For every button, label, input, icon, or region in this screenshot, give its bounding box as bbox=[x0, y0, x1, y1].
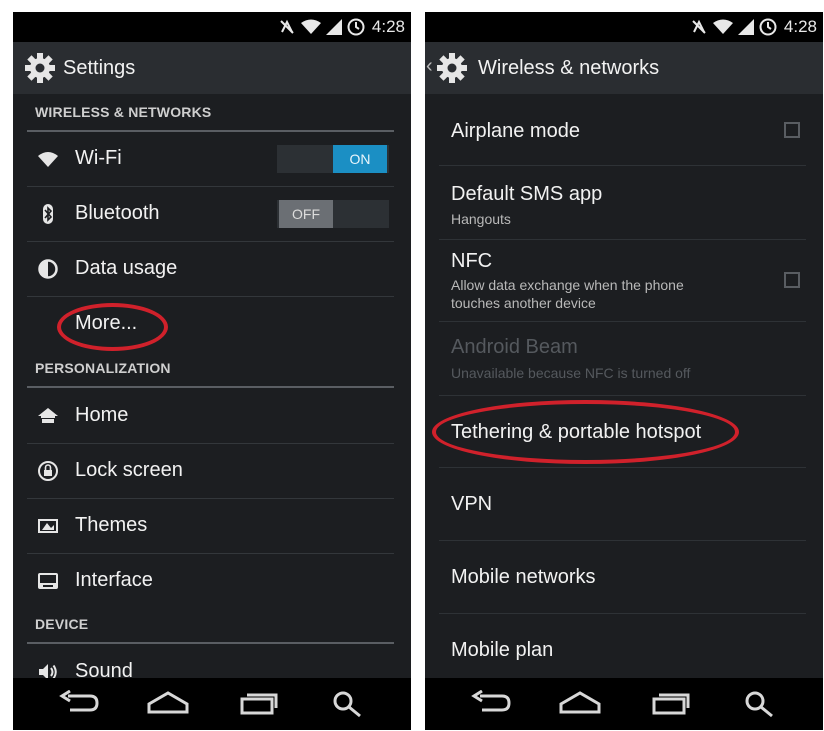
sync-off-icon bbox=[280, 19, 294, 34]
navigation-bar bbox=[425, 678, 823, 730]
mobile-networks-item[interactable]: Mobile networks bbox=[439, 541, 806, 614]
toggle-knob: OFF bbox=[279, 200, 333, 228]
tethering-hotspot-item[interactable]: Tethering & portable hotspot bbox=[439, 396, 806, 468]
nfc-item[interactable]: NFC Allow data exchange when the phone t… bbox=[439, 240, 806, 322]
settings-gear-icon[interactable] bbox=[436, 52, 468, 84]
android-beam-item: Android Beam Unavailable because NFC is … bbox=[439, 322, 806, 396]
page-title: Wireless & networks bbox=[478, 57, 660, 79]
item-subtitle: Allow data exchange when the phone bbox=[451, 277, 684, 293]
wifi-toggle[interactable]: ON bbox=[277, 145, 389, 173]
item-title: Default SMS app bbox=[451, 183, 603, 205]
wifi-icon bbox=[300, 19, 321, 34]
settings-item-bluetooth[interactable]: Bluetooth OFF bbox=[27, 187, 394, 242]
wifi-icon bbox=[712, 19, 733, 34]
bluetooth-icon bbox=[43, 204, 53, 224]
bluetooth-toggle[interactable]: OFF bbox=[277, 200, 389, 228]
recents-icon[interactable] bbox=[238, 690, 280, 716]
data-usage-icon bbox=[38, 259, 58, 279]
section-header-label: DEVICE bbox=[35, 616, 89, 632]
search-icon[interactable] bbox=[331, 690, 365, 718]
settings-gear-icon[interactable] bbox=[24, 52, 56, 84]
back-icon[interactable] bbox=[58, 690, 100, 716]
lock-icon bbox=[38, 461, 58, 481]
item-title: VPN bbox=[451, 493, 493, 515]
interface-icon bbox=[38, 573, 58, 589]
settings-item-label: Wi-Fi bbox=[75, 147, 122, 169]
default-sms-item[interactable]: Default SMS app Hangouts bbox=[439, 166, 806, 240]
nfc-checkbox[interactable] bbox=[784, 272, 800, 288]
settings-item-label: Sound bbox=[75, 660, 133, 678]
item-title: Tethering & portable hotspot bbox=[451, 421, 702, 443]
settings-item-label: Data usage bbox=[75, 257, 178, 279]
navigation-bar bbox=[13, 678, 411, 730]
page-title: Settings bbox=[63, 57, 136, 79]
settings-item-label: Themes bbox=[75, 514, 148, 536]
settings-item-themes[interactable]: Themes bbox=[27, 499, 394, 554]
back-icon[interactable] bbox=[470, 690, 512, 716]
settings-item-label: Bluetooth bbox=[75, 202, 160, 224]
section-header-personalization: PERSONALIZATION bbox=[27, 360, 394, 388]
section-header-label: PERSONALIZATION bbox=[35, 360, 171, 376]
settings-screen: 4:28 Settings WIRELESS & NETWORKS Wi-Fi bbox=[13, 12, 411, 730]
battery-icon bbox=[759, 18, 777, 36]
status-bar: 4:28 bbox=[425, 12, 823, 42]
home-icon bbox=[38, 408, 58, 423]
section-header-label: WIRELESS & NETWORKS bbox=[35, 104, 212, 120]
item-title: Android Beam bbox=[451, 336, 578, 358]
item-title: Mobile networks bbox=[451, 566, 596, 588]
toggle-knob: ON bbox=[333, 145, 387, 173]
settings-item-home[interactable]: Home bbox=[27, 389, 394, 444]
settings-item-label: Lock screen bbox=[75, 459, 183, 481]
battery-icon bbox=[347, 18, 365, 36]
item-title: Mobile plan bbox=[451, 639, 554, 661]
section-divider bbox=[27, 386, 394, 388]
item-subtitle: touches another device bbox=[451, 295, 596, 311]
search-icon[interactable] bbox=[743, 690, 777, 718]
recents-icon[interactable] bbox=[650, 690, 692, 716]
section-divider bbox=[27, 642, 394, 644]
settings-item-label: More... bbox=[75, 312, 138, 334]
wifi-icon bbox=[38, 152, 58, 167]
status-bar: 4:28 bbox=[13, 12, 411, 42]
airplane-mode-checkbox[interactable] bbox=[784, 122, 800, 138]
settings-item-interface[interactable]: Interface bbox=[27, 554, 394, 609]
sync-off-icon bbox=[692, 19, 706, 34]
status-clock: 4:28 bbox=[783, 17, 817, 36]
section-header-device: DEVICE bbox=[27, 616, 394, 644]
sound-icon bbox=[39, 664, 57, 678]
settings-item-label: Home bbox=[75, 404, 129, 426]
signal-icon bbox=[325, 19, 342, 35]
action-bar: Settings bbox=[13, 42, 411, 94]
up-caret-icon[interactable]: ‹ bbox=[426, 55, 433, 78]
action-bar: ‹ Wireless & networks bbox=[425, 42, 823, 94]
themes-icon bbox=[38, 519, 58, 533]
settings-item-wifi[interactable]: Wi-Fi ON bbox=[27, 132, 394, 187]
settings-item-lock-screen[interactable]: Lock screen bbox=[27, 444, 394, 499]
settings-item-sound[interactable]: Sound bbox=[27, 645, 394, 678]
home-nav-icon[interactable] bbox=[146, 690, 190, 716]
item-title: Airplane mode bbox=[451, 120, 580, 142]
item-title: NFC bbox=[451, 250, 493, 272]
settings-item-data-usage[interactable]: Data usage bbox=[27, 242, 394, 297]
settings-item-label: Interface bbox=[75, 569, 153, 591]
section-header-wireless: WIRELESS & NETWORKS bbox=[27, 104, 394, 132]
status-clock: 4:28 bbox=[371, 17, 405, 36]
vpn-item[interactable]: VPN bbox=[439, 468, 806, 541]
airplane-mode-item[interactable]: Airplane mode bbox=[439, 94, 806, 166]
mobile-plan-item[interactable]: Mobile plan bbox=[439, 614, 806, 678]
wireless-networks-screen: 4:28 ‹ Wireless & networks Airplane mode… bbox=[425, 12, 823, 730]
signal-icon bbox=[737, 19, 754, 35]
settings-item-more[interactable]: More... bbox=[27, 297, 394, 352]
item-subtitle: Unavailable because NFC is turned off bbox=[451, 365, 691, 381]
item-subtitle: Hangouts bbox=[451, 211, 511, 227]
home-nav-icon[interactable] bbox=[558, 690, 602, 716]
